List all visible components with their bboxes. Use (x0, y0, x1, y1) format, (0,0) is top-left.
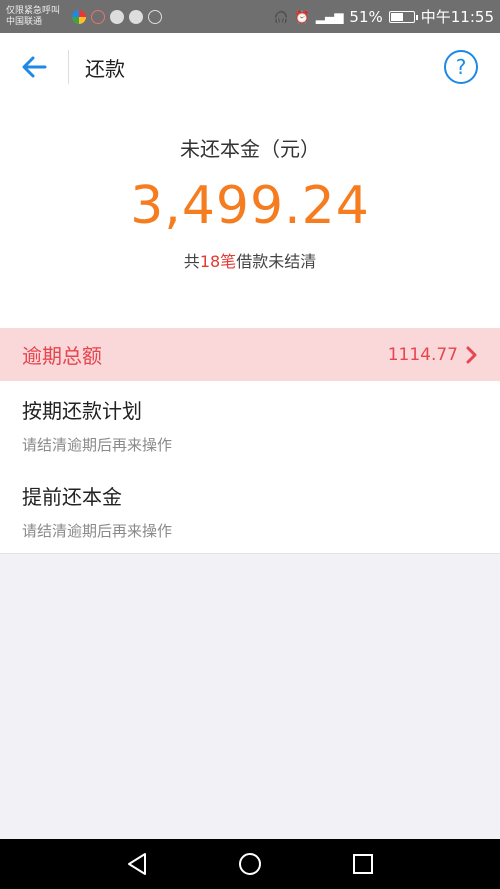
wechat-icon (110, 9, 125, 24)
scheduled-repayment-plan[interactable]: 按期还款计划 请结清逾期后再来操作 (0, 381, 500, 467)
back-arrow-icon (22, 56, 47, 78)
option-title: 提前还本金 (22, 485, 122, 509)
app-header: 还款 ? (0, 33, 500, 101)
message-icon (129, 9, 144, 24)
notification-icons (72, 9, 163, 24)
nav-recents-button[interactable] (343, 844, 383, 884)
status-bar-left: 仅限紧急呼叫 中国联通 (6, 6, 163, 28)
help-icon: ? (455, 55, 467, 79)
battery-icon (388, 10, 418, 23)
nav-back-button[interactable] (117, 844, 157, 884)
overdue-label: 逾期总额 (22, 344, 102, 368)
cloud-icon (148, 9, 163, 24)
loan-count-text: 共18笔借款未结清 (0, 248, 500, 272)
status-bar-right: 🎧 ⏰ ▂▄▆ 51% 中午11:55 (274, 6, 494, 27)
option-title: 按期还款计划 (22, 399, 142, 423)
principal-label: 未还本金（元） (180, 137, 320, 161)
battery-percent: 51% (349, 7, 383, 26)
clock: 中午11:55 (420, 8, 494, 26)
system-nav-bar (0, 839, 500, 889)
signal-icon: ▂▄▆ (315, 9, 344, 24)
loan-count-suffix: 借款未结清 (236, 252, 317, 271)
overdue-total-row[interactable]: 逾期总额 1114.77 (0, 328, 500, 381)
option-subtitle: 请结清逾期后再来操作 (22, 436, 173, 454)
page-title: 还款 (85, 56, 125, 81)
overdue-right: 1114.77 (388, 345, 478, 365)
back-button[interactable] (0, 33, 68, 101)
header-divider (68, 50, 69, 84)
mail-notification-icon (91, 9, 106, 24)
alarm-icon: ⏰ (294, 9, 310, 24)
nav-home-icon (238, 853, 261, 875)
headphone-icon: 🎧 (273, 9, 289, 24)
nav-home-button[interactable] (230, 844, 270, 884)
option-subtitle: 请结清逾期后再来操作 (22, 522, 173, 540)
early-principal-repayment[interactable]: 提前还本金 请结清逾期后再来操作 (0, 467, 500, 553)
overdue-amount: 1114.77 (387, 344, 458, 365)
carrier-line2: 中国联通 (6, 16, 43, 27)
nav-recents-icon (353, 854, 374, 874)
help-button[interactable]: ? (444, 50, 478, 84)
repayment-options: 按期还款计划 请结清逾期后再来操作 提前还本金 请结清逾期后再来操作 (0, 381, 500, 554)
carrier-info: 仅限紧急呼叫 中国联通 (6, 6, 60, 28)
repayment-summary: 未还本金（元） 3,499.24 共18笔借款未结清 (0, 101, 500, 328)
app-notification-icon (72, 9, 87, 24)
carrier-line1: 仅限紧急呼叫 (6, 5, 61, 16)
loan-count-number: 18笔 (199, 252, 237, 271)
loan-count-prefix: 共 (183, 252, 200, 271)
chevron-right-icon (466, 346, 477, 363)
principal-amount: 3,499.24 (130, 176, 370, 236)
nav-back-icon (127, 853, 146, 875)
status-bar: 仅限紧急呼叫 中国联通 🎧 ⏰ ▂▄▆ 51% 中午11:55 (0, 0, 500, 33)
